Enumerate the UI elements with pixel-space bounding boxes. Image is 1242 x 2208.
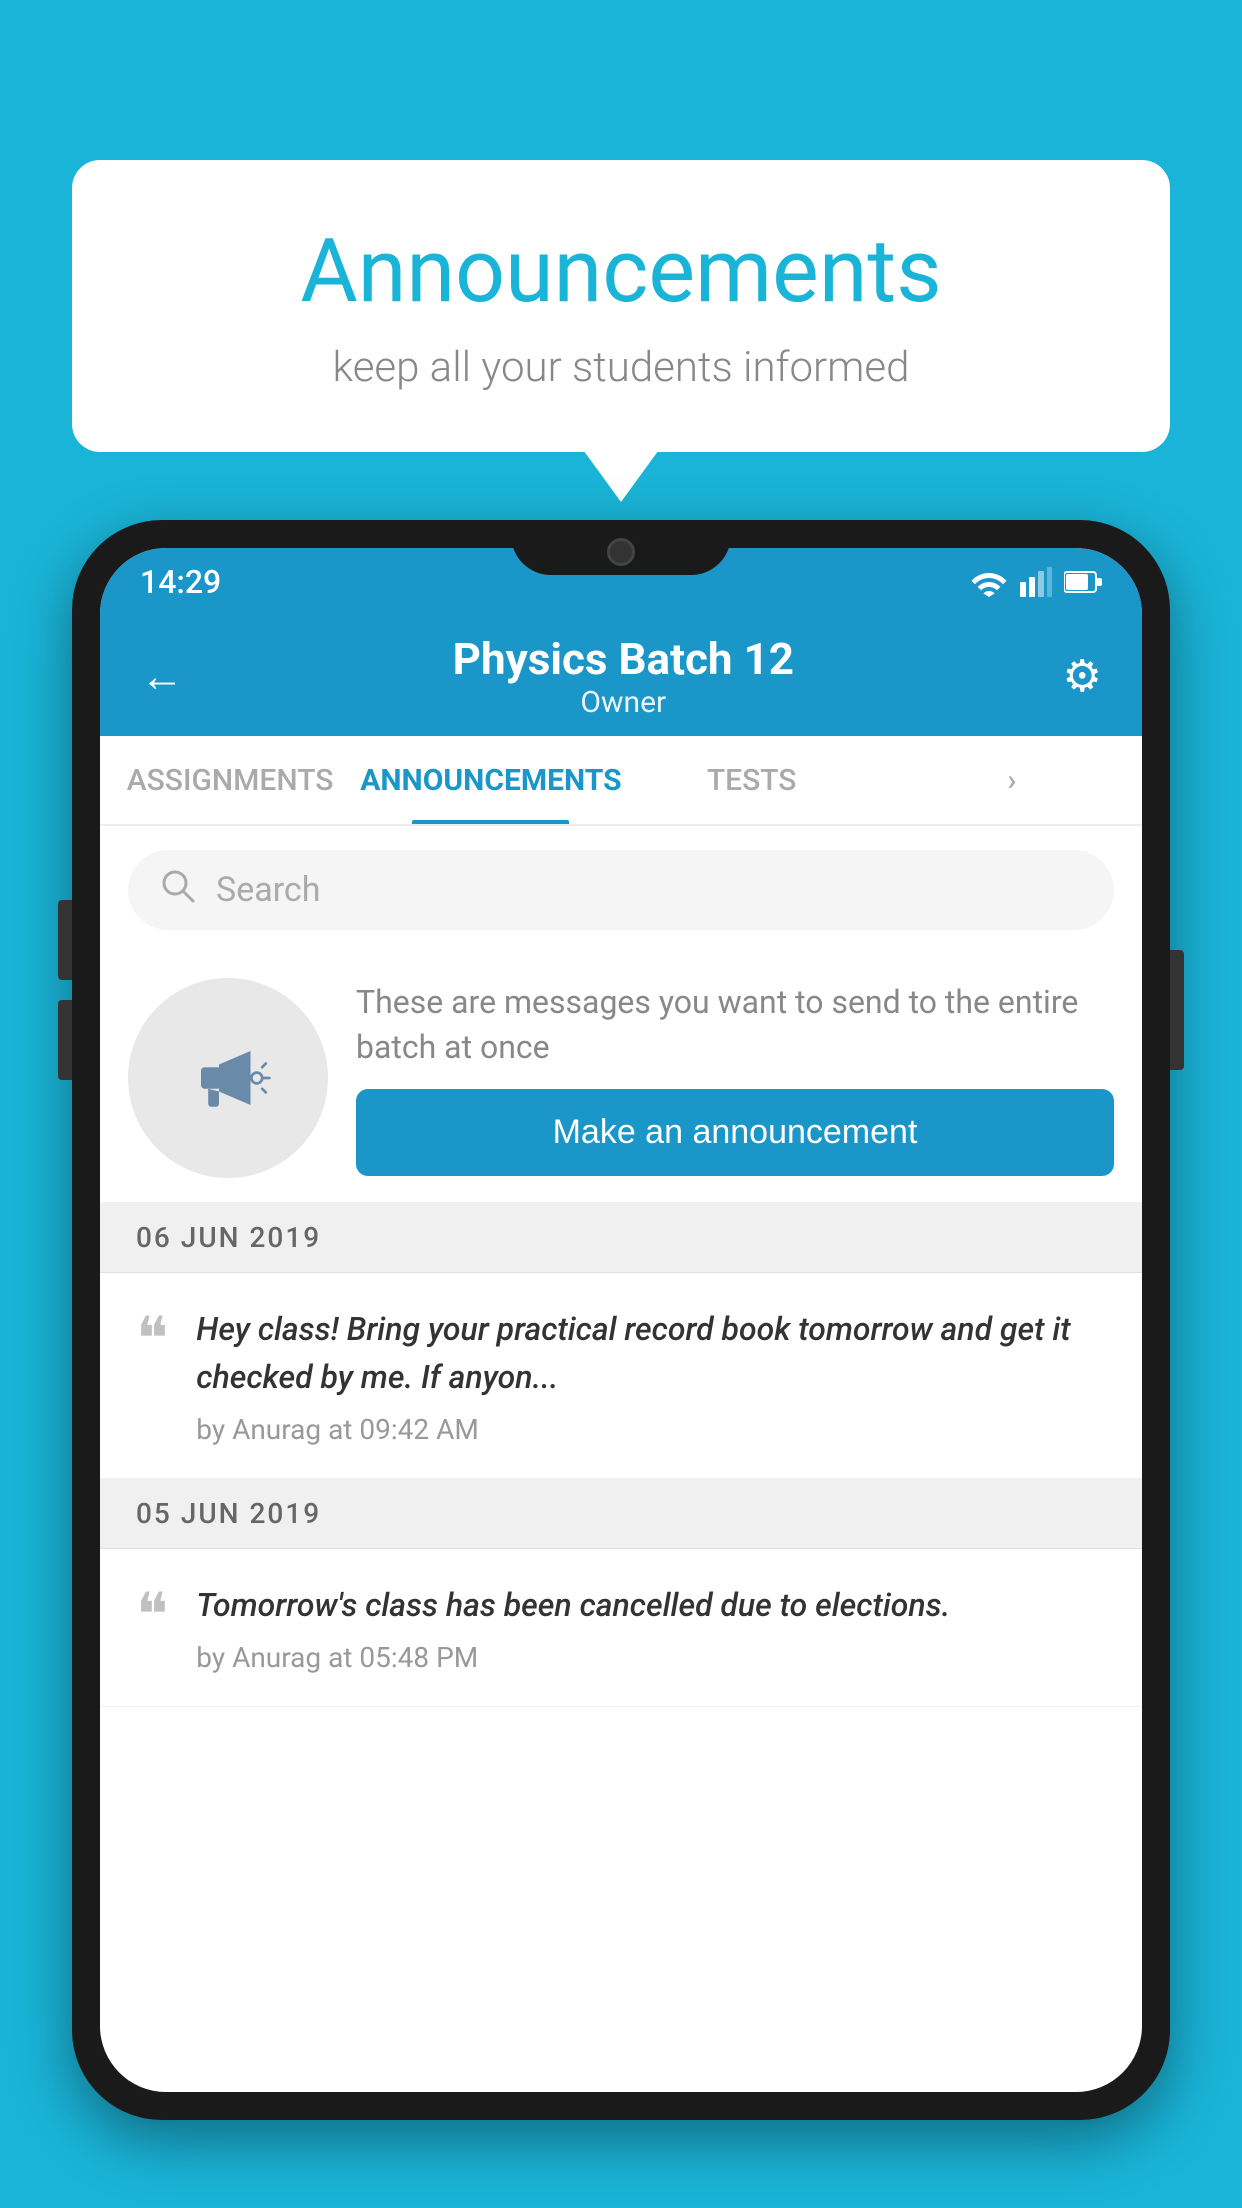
promo-text: These are messages you want to send to t… [356,980,1114,1070]
tabs-bar: ASSIGNMENTS ANNOUNCEMENTS TESTS › [100,736,1142,826]
announcement-icon-circle [128,978,328,1178]
search-bar[interactable]: Search [128,850,1114,930]
search-placeholder: Search [216,870,320,910]
speech-bubble: Announcements keep all your students inf… [72,160,1170,452]
megaphone-icon [183,1033,273,1123]
phone-outer: 14:29 [72,520,1170,2120]
announcement-item-2[interactable]: ❝ Tomorrow's class has been cancelled du… [100,1549,1142,1707]
status-icons [970,567,1102,597]
announcement-content-1: Hey class! Bring your practical record b… [196,1305,1106,1446]
speech-bubble-subtitle: keep all your students informed [152,343,1090,392]
speech-bubble-title: Announcements [152,220,1090,323]
date-separator-1: 06 JUN 2019 [100,1203,1142,1273]
tab-assignments[interactable]: ASSIGNMENTS [100,736,360,824]
date-separator-2: 05 JUN 2019 [100,1479,1142,1549]
header-center: Physics Batch 12 Owner [453,633,794,720]
speech-bubble-container: Announcements keep all your students inf… [72,160,1170,452]
phone-vol-down-button [58,1000,72,1080]
header-subtitle: Owner [453,685,794,720]
signal-icon [1020,567,1052,597]
search-icon [160,868,196,913]
wifi-icon [970,567,1008,597]
announcement-meta-1: by Anurag at 09:42 AM [196,1413,1106,1446]
phone-container: 14:29 [72,520,1170,2208]
announcement-text-2: Tomorrow's class has been cancelled due … [196,1581,1106,1629]
back-button[interactable]: ← [140,650,184,702]
phone-vol-up-button [58,900,72,980]
announcement-content-2: Tomorrow's class has been cancelled due … [196,1581,1106,1674]
announcement-meta-2: by Anurag at 05:48 PM [196,1641,1106,1674]
battery-icon [1064,570,1102,594]
gear-icon[interactable]: ⚙ [1063,650,1102,702]
quote-icon-2: ❝ [136,1585,168,1645]
announcement-item-1[interactable]: ❝ Hey class! Bring your practical record… [100,1273,1142,1479]
promo-block: These are messages you want to send to t… [100,954,1142,1203]
header-title: Physics Batch 12 [453,633,794,685]
promo-right: These are messages you want to send to t… [356,980,1114,1177]
quote-icon-1: ❝ [136,1309,168,1369]
tab-announcements[interactable]: ANNOUNCEMENTS [360,736,621,824]
app-header: ← Physics Batch 12 Owner ⚙ [100,616,1142,736]
tab-tests[interactable]: TESTS [622,736,882,824]
content-area: Search [100,826,1142,1707]
tab-more[interactable]: › [882,736,1142,824]
status-time: 14:29 [140,563,221,601]
phone-power-button [1170,950,1184,1070]
phone-screen: 14:29 [100,548,1142,2092]
phone-camera [607,538,635,566]
announcement-text-1: Hey class! Bring your practical record b… [196,1305,1106,1401]
make-announcement-button[interactable]: Make an announcement [356,1089,1114,1176]
phone-notch [511,520,731,575]
